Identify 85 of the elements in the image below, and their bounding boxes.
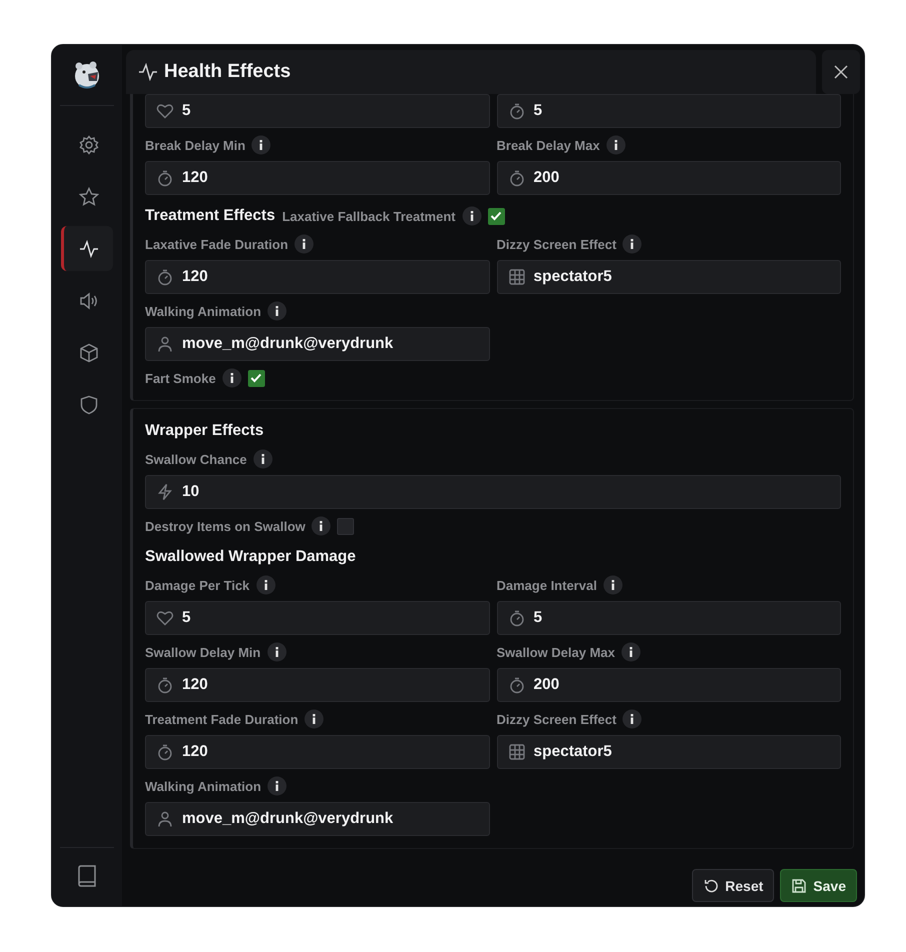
cube-icon bbox=[78, 342, 98, 362]
heart-icon bbox=[156, 102, 174, 120]
gear-icon bbox=[78, 134, 98, 154]
input-field[interactable]: move_m@drunk@verydrunk bbox=[145, 802, 490, 836]
lightning-icon bbox=[156, 483, 174, 501]
field-label: Swallow Chance bbox=[145, 452, 247, 466]
field-label: Treatment Fade Duration bbox=[145, 712, 298, 726]
stopwatch-icon bbox=[156, 743, 174, 761]
pulse-icon bbox=[138, 63, 158, 81]
input-field[interactable]: 120 bbox=[145, 735, 490, 769]
info-icon[interactable] bbox=[462, 206, 482, 226]
pulse-icon bbox=[78, 238, 98, 258]
undo-icon bbox=[703, 878, 720, 894]
star-icon bbox=[78, 186, 98, 206]
reset-button[interactable]: Reset bbox=[692, 869, 774, 902]
info-icon[interactable] bbox=[252, 449, 273, 469]
info-icon[interactable] bbox=[251, 135, 272, 155]
input-field[interactable]: 5 bbox=[145, 601, 490, 635]
sidebar-item[interactable] bbox=[61, 226, 113, 271]
checkbox[interactable] bbox=[488, 208, 504, 224]
field-label: Damage Per Tick bbox=[145, 578, 250, 592]
field-label: Dizzy Screen Effect bbox=[496, 236, 616, 252]
field-label: Swallow Delay Max bbox=[496, 644, 615, 660]
field-label: Laxative Fade Duration bbox=[145, 236, 288, 252]
field-label: Dizzy Screen Effect bbox=[496, 712, 616, 726]
stopwatch-icon bbox=[508, 169, 526, 187]
field-label: Swallow Delay Min bbox=[145, 644, 261, 660]
field-label: Damage Interval bbox=[496, 578, 597, 592]
checkbox[interactable] bbox=[337, 518, 354, 534]
section-heading: Treatment Effects bbox=[145, 207, 276, 225]
field-label: Break Delay Max bbox=[496, 138, 600, 152]
info-icon[interactable] bbox=[267, 301, 288, 321]
checkbox-label: Destroy Items on Swallow bbox=[145, 518, 306, 534]
heart-icon bbox=[156, 609, 174, 627]
info-icon[interactable] bbox=[606, 135, 626, 155]
person-icon bbox=[156, 810, 174, 828]
speaker-icon bbox=[78, 290, 98, 310]
info-icon[interactable] bbox=[267, 776, 288, 796]
check-icon bbox=[250, 373, 262, 383]
save-button[interactable]: Save bbox=[780, 869, 857, 902]
field-label: Walking Animation bbox=[145, 778, 262, 794]
input-field[interactable]: 120 bbox=[145, 260, 490, 294]
stopwatch-icon bbox=[156, 676, 174, 694]
stopwatch-icon bbox=[156, 268, 174, 286]
stopwatch-icon bbox=[508, 676, 526, 694]
field-label: Walking Animation bbox=[145, 304, 262, 318]
shield-icon bbox=[78, 394, 98, 414]
input-field[interactable]: 5 bbox=[496, 601, 841, 635]
input-field[interactable]: move_m@drunk@verydrunk bbox=[145, 327, 490, 361]
checkbox-label: Fart Smoke bbox=[145, 370, 216, 386]
checkbox[interactable] bbox=[248, 370, 265, 386]
section-heading: Swallowed Wrapper Damage bbox=[145, 548, 356, 566]
grid-icon bbox=[508, 268, 526, 286]
close-button[interactable] bbox=[822, 50, 860, 94]
grid-icon bbox=[508, 743, 526, 761]
info-icon[interactable] bbox=[622, 234, 642, 254]
input-field[interactable]: 120 bbox=[145, 668, 490, 702]
info-icon[interactable] bbox=[602, 575, 623, 595]
info-icon[interactable] bbox=[311, 516, 332, 536]
stopwatch-icon bbox=[508, 102, 526, 120]
book-icon[interactable] bbox=[77, 865, 97, 887]
person-icon bbox=[156, 335, 174, 353]
info-icon[interactable] bbox=[621, 642, 641, 662]
input-field[interactable]: spectator5 bbox=[496, 260, 841, 294]
field-label: Break Delay Min bbox=[145, 138, 246, 152]
info-icon[interactable] bbox=[294, 234, 314, 254]
info-icon[interactable] bbox=[304, 709, 324, 729]
close-icon bbox=[834, 65, 848, 79]
info-icon[interactable] bbox=[622, 709, 642, 729]
window-title: Health Effects bbox=[164, 61, 291, 83]
input-field[interactable]: 120 bbox=[145, 161, 490, 195]
input-field[interactable]: 200 bbox=[496, 161, 841, 195]
input-field[interactable]: 10 bbox=[145, 475, 841, 509]
checkbox-label: Laxative Fallback Treatment bbox=[282, 208, 456, 224]
input-field[interactable]: 200 bbox=[496, 668, 841, 702]
info-icon[interactable] bbox=[256, 575, 276, 595]
info-icon[interactable] bbox=[266, 642, 287, 662]
section-heading: Wrapper Effects bbox=[145, 422, 264, 440]
check-icon bbox=[490, 211, 502, 221]
stopwatch-icon bbox=[156, 169, 174, 187]
info-icon[interactable] bbox=[222, 368, 242, 388]
input-field[interactable]: spectator5 bbox=[496, 735, 841, 769]
stopwatch-icon bbox=[508, 609, 526, 627]
input-field[interactable]: 5 bbox=[496, 94, 841, 128]
input-field[interactable]: 5 bbox=[145, 94, 490, 128]
